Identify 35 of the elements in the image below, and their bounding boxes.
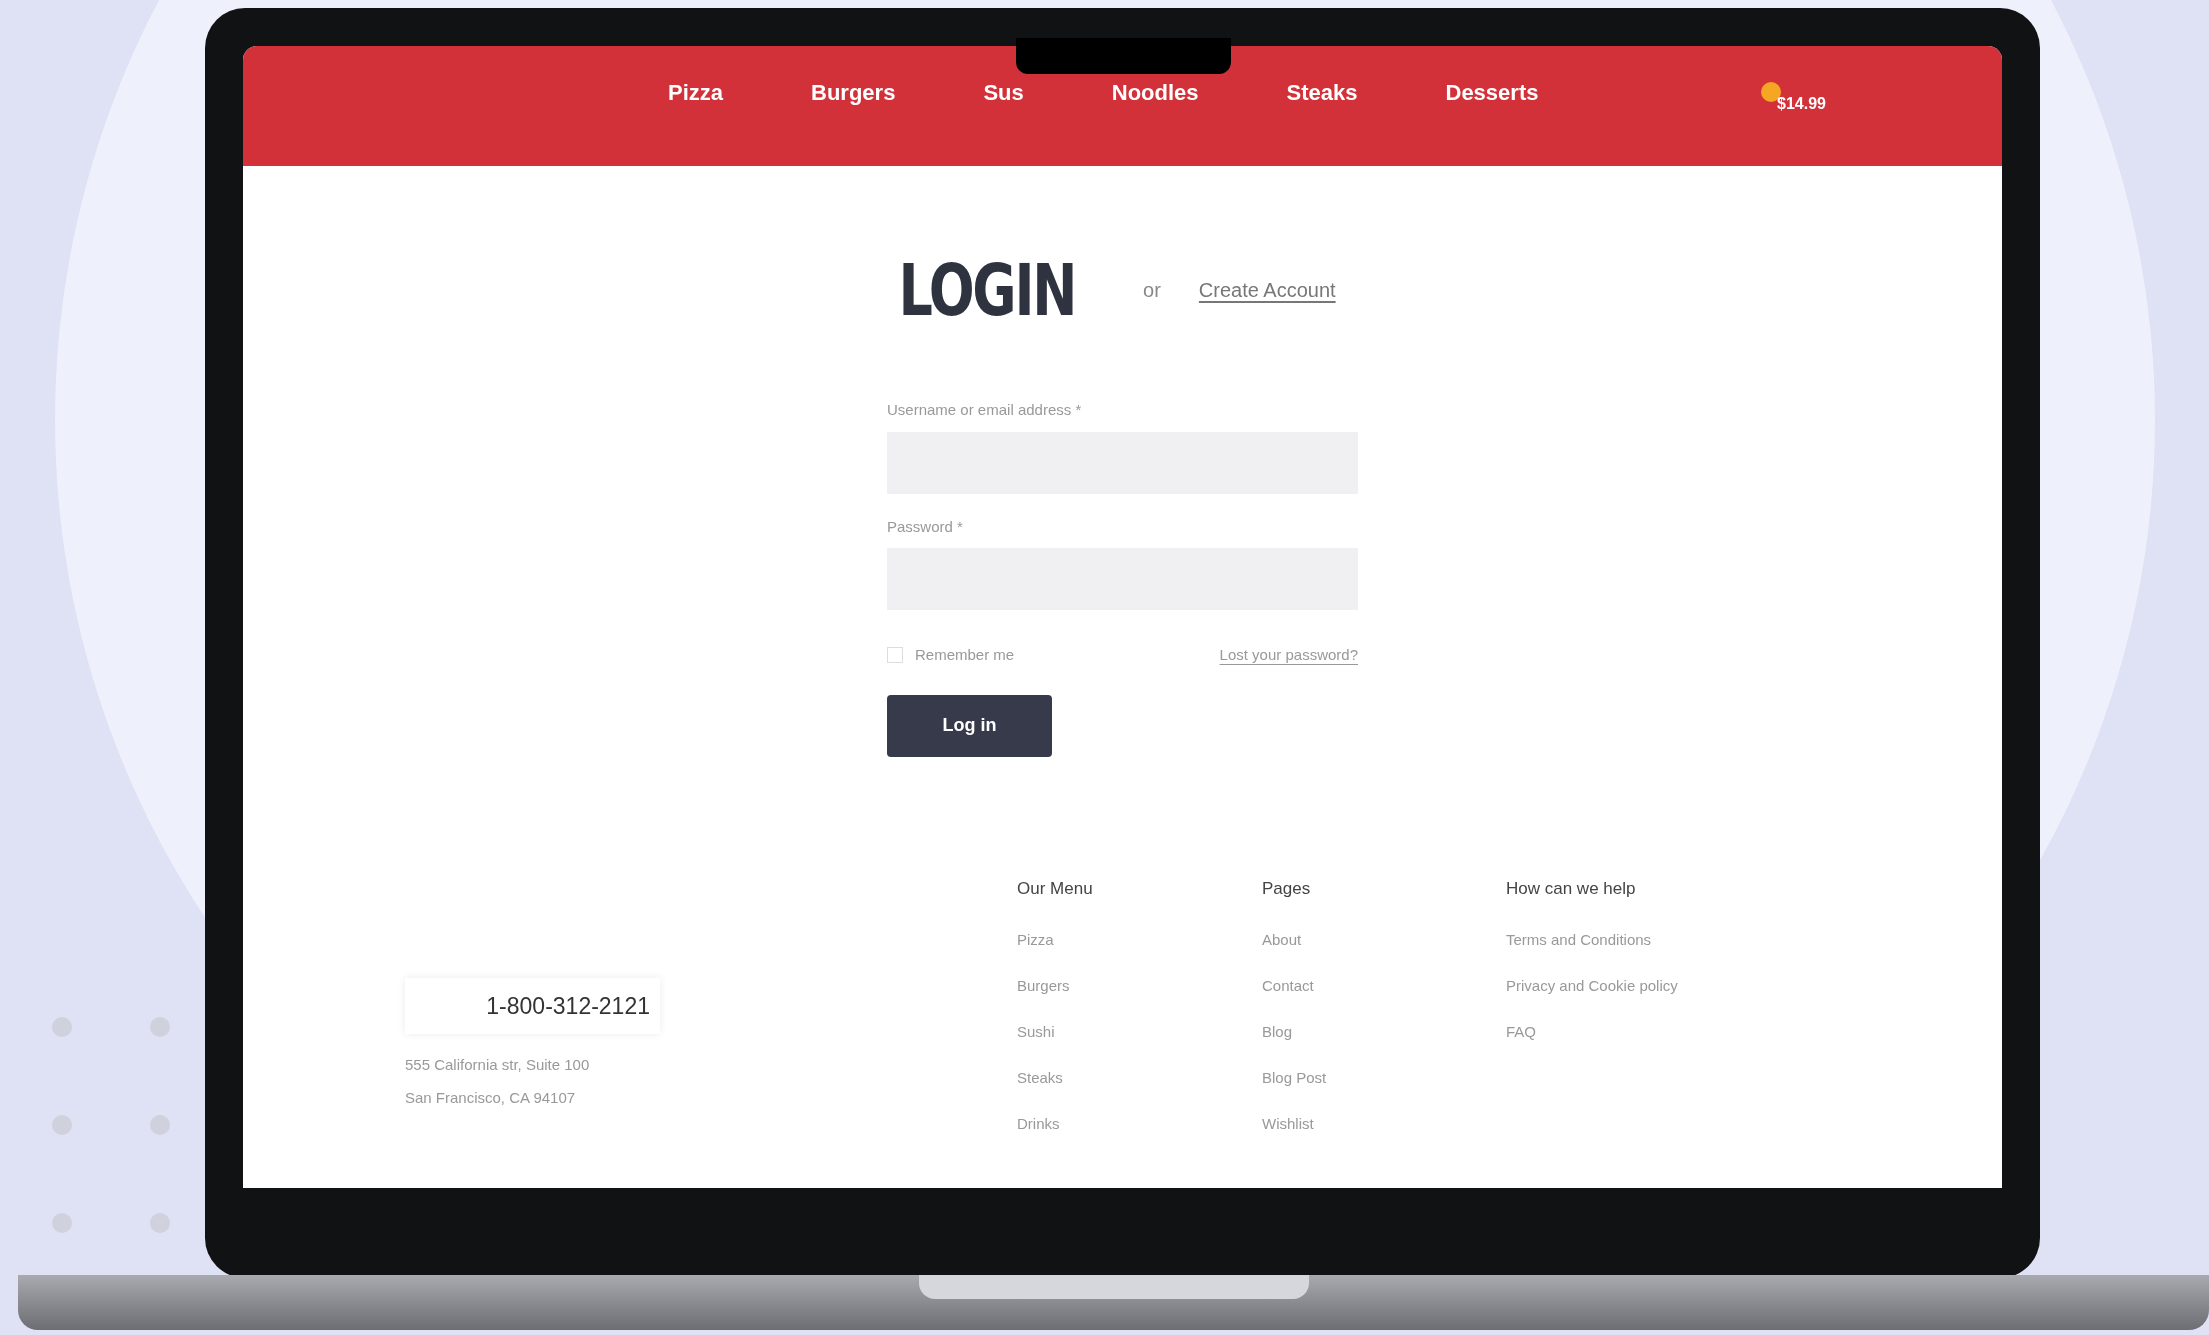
footer-link[interactable]: Privacy and Cookie policy <box>1506 963 1766 1010</box>
footer-link[interactable]: Blog Post <box>1262 1055 1506 1102</box>
field-label: Username or email address * <box>887 400 1083 420</box>
footer-link[interactable]: Burgers <box>1017 963 1262 1010</box>
footer-heading: Our Menu <box>1017 878 1094 900</box>
nav-link[interactable]: Steaks <box>1286 76 1358 109</box>
nav-link[interactable]: Burgers <box>811 76 896 109</box>
footer-link[interactable]: Pizza <box>1017 917 1262 964</box>
create-account-link[interactable]: Create Account <box>1198 275 1336 305</box>
footer-heading: How can we help <box>1506 878 1637 900</box>
footer-link[interactable]: Wishlist <box>1262 1101 1506 1148</box>
nav-link[interactable]: Desserts <box>1445 76 1539 109</box>
footer-link[interactable]: FAQ <box>1506 1009 1766 1056</box>
or-text: or <box>1143 278 1161 303</box>
footer-link[interactable]: Contact <box>1262 963 1506 1010</box>
address-line: San Francisco, CA 94107 <box>405 1087 577 1108</box>
remember-label: Remember me <box>915 645 1015 665</box>
footer-heading: Pages <box>1262 878 1312 900</box>
footer-link[interactable]: Terms and Conditions <box>1506 917 1766 964</box>
remember-checkbox[interactable] <box>887 647 903 664</box>
address-line: 555 California str, Suite 100 <box>405 1055 591 1075</box>
nav-link[interactable]: Pizza <box>668 76 724 109</box>
lost-password-link[interactable]: Lost your password? <box>1219 644 1358 667</box>
footer-link[interactable]: Steaks <box>1017 1055 1262 1102</box>
login-heading: LOGIN <box>898 247 1076 334</box>
cart-total[interactable]: $14.99 <box>1777 92 1826 116</box>
login-button[interactable]: Log in <box>887 694 1052 757</box>
phone-number[interactable]: 1-800-312-2121 <box>405 978 660 1034</box>
footer-link[interactable]: Drinks <box>1017 1101 1262 1148</box>
footer-link[interactable]: Sushi <box>1017 1009 1262 1056</box>
footer-link[interactable]: Blog <box>1262 1009 1506 1056</box>
nav-link[interactable]: Sus <box>983 76 1024 109</box>
field-label: Password * <box>887 516 964 537</box>
footer-link[interactable]: About <box>1262 917 1506 964</box>
nav-link[interactable]: Noodles <box>1111 76 1199 109</box>
